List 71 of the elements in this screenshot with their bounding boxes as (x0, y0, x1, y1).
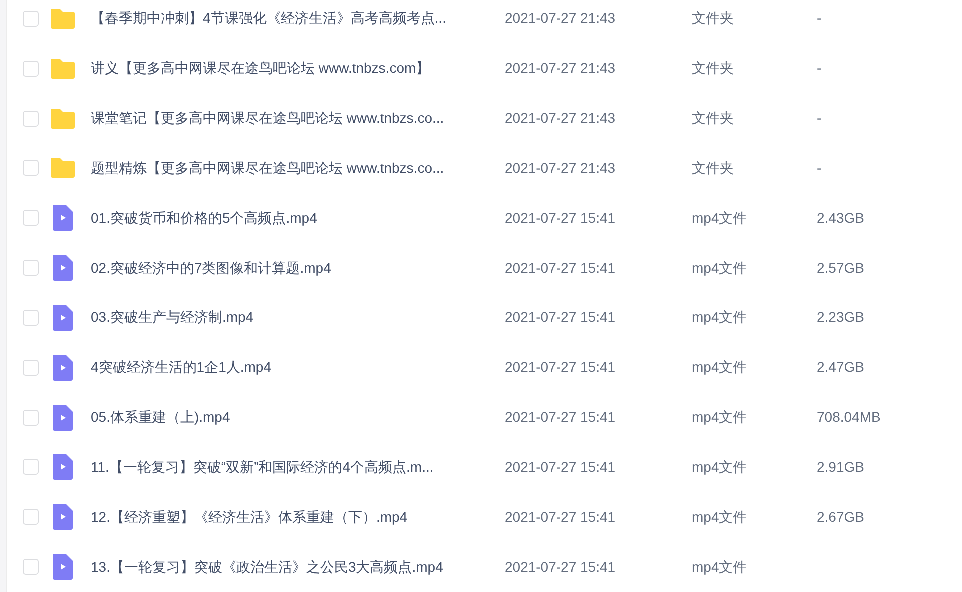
file-type: mp4文件 (692, 358, 748, 378)
file-name[interactable]: 【春季期中冲刺】4节课强化《经济生活》高考高频考点... (91, 8, 505, 30)
modified-date: 2021-07-27 15:41 (505, 408, 617, 428)
checkbox[interactable] (23, 10, 39, 27)
modified-date: 2021-07-27 15:41 (505, 308, 617, 328)
modified-date: 2021-07-27 15:41 (505, 258, 617, 278)
modified-date: 2021-07-27 21:43 (505, 59, 617, 78)
file-name[interactable]: 05.体系重建（上).mp4 (91, 407, 505, 428)
file-size: 2.91GB (817, 458, 864, 477)
folder-icon (50, 157, 76, 180)
file-name[interactable]: 4突破经济生活的1企1人.mp4 (91, 357, 505, 378)
file-name[interactable]: 课堂笔记【更多高中网课尽在途鸟吧论坛 www.tnbzs.co... (91, 108, 505, 130)
folder-icon (50, 8, 76, 30)
file-size: 2.43GB (817, 208, 864, 228)
modified-date: 2021-07-27 15:41 (505, 208, 617, 228)
file-name[interactable]: 12.【经济重塑】《经济生活》体系重建（下）.mp4 (91, 506, 505, 528)
modified-date: 2021-07-27 21:43 (505, 9, 617, 28)
modified-date: 2021-07-27 21:43 (505, 158, 617, 178)
file-size: 2.23GB (817, 308, 864, 328)
video-file-icon (53, 454, 73, 480)
file-type: mp4文件 (692, 258, 748, 278)
video-file-icon (53, 504, 73, 530)
checkbox[interactable] (23, 110, 39, 127)
file-type: mp4文件 (692, 308, 748, 328)
file-size: 2.57GB (817, 258, 864, 278)
checkbox[interactable] (23, 260, 39, 276)
file-size: - (817, 59, 822, 78)
video-file-icon (53, 354, 73, 381)
modified-date: 2021-07-27 15:41 (505, 508, 617, 527)
checkbox[interactable] (23, 60, 39, 77)
file-type: mp4文件 (692, 458, 748, 477)
file-name[interactable]: 02.突破经济中的7类图像和计算题.mp4 (91, 258, 505, 279)
checkbox[interactable] (23, 410, 39, 426)
folder-icon (50, 108, 76, 130)
file-type: mp4文件 (692, 408, 748, 428)
file-size: - (817, 109, 822, 128)
video-file-icon (53, 554, 73, 580)
folder-icon (50, 58, 76, 80)
file-name[interactable]: 03.突破生产与经济制.mp4 (91, 307, 505, 328)
checkbox[interactable] (23, 160, 39, 176)
modified-date: 2021-07-27 15:41 (505, 358, 617, 378)
file-type: 文件夹 (692, 59, 735, 78)
video-file-icon (53, 205, 73, 232)
file-type: mp4文件 (692, 558, 748, 577)
video-file-icon (53, 304, 73, 331)
file-name[interactable]: 01.突破货币和价格的5个高频点.mp4 (91, 208, 505, 229)
video-file-icon (53, 255, 73, 282)
checkbox[interactable] (23, 360, 39, 376)
modified-date: 2021-07-27 21:43 (505, 109, 617, 128)
modified-date: 2021-07-27 15:41 (505, 458, 617, 477)
file-type: mp4文件 (692, 208, 748, 228)
file-size: - (817, 9, 822, 28)
file-name[interactable]: 11.【一轮复习】突破“双新”和国际经济的4个高频点.m... (91, 456, 505, 478)
video-file-icon (53, 404, 73, 431)
file-name[interactable]: 讲义【更多高中网课尽在途鸟吧论坛 www.tnbzs.com】 (91, 58, 505, 80)
file-name[interactable]: 题型精炼【更多高中网课尽在途鸟吧论坛 www.tnbzs.co... (91, 158, 505, 179)
checkbox[interactable] (23, 559, 39, 576)
checkbox[interactable] (23, 459, 39, 476)
file-type: 文件夹 (692, 158, 735, 178)
file-size: 2.47GB (817, 358, 864, 378)
file-type: mp4文件 (692, 508, 748, 527)
file-size: 2.67GB (817, 508, 864, 527)
checkbox[interactable] (23, 509, 39, 526)
file-size: 708.04MB (817, 408, 881, 428)
checkbox[interactable] (23, 210, 39, 226)
file-name[interactable]: 13.【一轮复习】突破《政治生活》之公民3大高频点.mp4 (91, 556, 505, 578)
modified-date: 2021-07-27 15:41 (505, 558, 617, 577)
checkbox[interactable] (23, 310, 39, 326)
file-type: 文件夹 (692, 9, 735, 28)
file-size: - (817, 158, 822, 178)
file-type: 文件夹 (692, 109, 735, 128)
